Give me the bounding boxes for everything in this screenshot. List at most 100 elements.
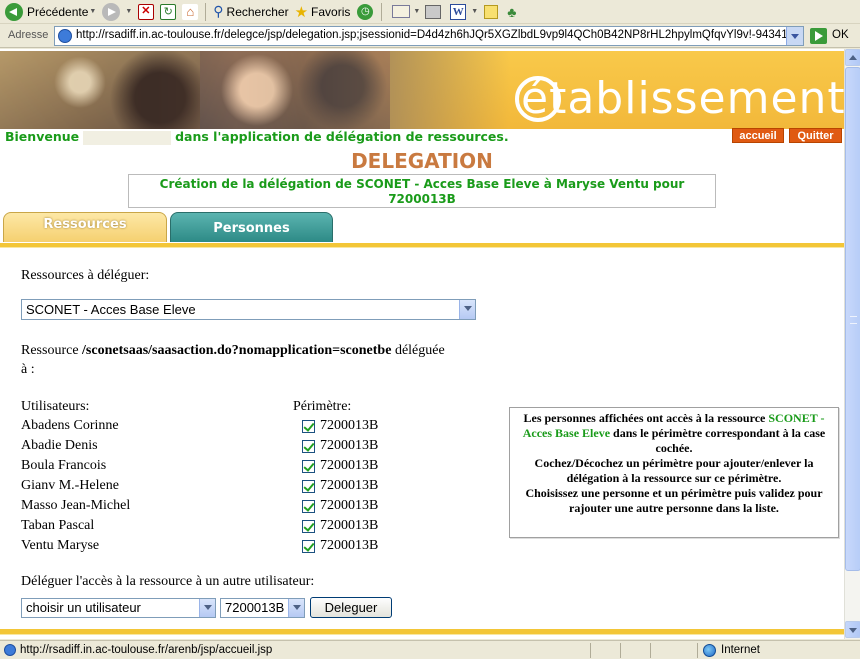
word-icon[interactable]: W (450, 3, 467, 20)
chevron-down-icon[interactable] (459, 300, 475, 319)
security-zone: Internet (721, 644, 760, 656)
perimeter-code: 7200013B (320, 518, 379, 533)
tab-divider-highlight (0, 247, 844, 248)
history-icon[interactable]: ◷ (357, 3, 374, 20)
banner-photo (200, 51, 390, 129)
user-name: Taban Pascal (21, 518, 95, 533)
status-divider (650, 643, 651, 658)
messenger-icon[interactable]: ♣ (507, 4, 523, 20)
favorites-button[interactable]: ★ Favoris (292, 1, 354, 23)
info-text: Cochez/Décochez un périmètre pour ajoute… (534, 456, 814, 485)
status-divider (620, 643, 621, 658)
tab-ressources[interactable]: Ressources (3, 212, 167, 242)
address-url[interactable]: http://rsadiff.in.ac-toulouse.fr/delegce… (76, 29, 788, 41)
chevron-down-icon[interactable]: ▼ (471, 8, 478, 15)
banner-photo (0, 51, 200, 129)
welcome-message: Bienvenue dans l'application de délégatio… (5, 129, 509, 145)
info-text: dans le périmètre correspondant à la cas… (613, 426, 826, 455)
address-input[interactable]: http://rsadiff.in.ac-toulouse.fr/delegce… (54, 26, 804, 46)
mail-icon[interactable] (392, 5, 411, 18)
help-infobox: Les personnes affichées ont accès à la r… (509, 407, 839, 538)
resource-suffix: déléguée (394, 343, 445, 358)
chevron-down-icon[interactable] (199, 599, 215, 617)
info-text: Les personnes affichées ont accès à la r… (523, 411, 766, 425)
deleguer-button[interactable]: Deleguer (310, 597, 392, 618)
perimeter-checkbox[interactable] (302, 520, 315, 533)
user-select[interactable]: choisir un utilisateur (21, 598, 216, 618)
user-row: Boula Francois (21, 458, 106, 474)
perimeter-checkbox[interactable] (302, 540, 315, 553)
perimeter-checkbox[interactable] (302, 420, 315, 433)
perimeter-checkbox[interactable] (302, 480, 315, 493)
chevron-down-icon[interactable]: ▼ (125, 8, 132, 15)
perimeter-checkbox[interactable] (302, 500, 315, 513)
user-row: Abadie Denis (21, 438, 98, 454)
delegate-label: Déléguer l'accès à la ressource à un aut… (21, 574, 315, 589)
address-label: Adresse (8, 29, 49, 41)
delegation-subtitle: Création de la délégation de SCONET - Ac… (128, 174, 716, 208)
vertical-scrollbar[interactable] (844, 49, 860, 639)
welcome-prefix: Bienvenue (5, 129, 80, 144)
perimeter-checkbox[interactable] (302, 440, 315, 453)
stop-icon[interactable] (138, 3, 155, 20)
favorites-label: Favoris (311, 4, 351, 19)
user-row: Abadens Corinne (21, 418, 119, 434)
perimeter-select[interactable]: 7200013B (220, 598, 305, 618)
chevron-down-icon[interactable]: ▼ (413, 8, 420, 15)
print-icon[interactable] (425, 4, 442, 19)
user-name-redacted (83, 130, 172, 145)
perimeter-code: 7200013B (320, 538, 379, 553)
user-name: Masso Jean-Michel (21, 498, 131, 513)
user-name: Ventu Maryse (21, 538, 100, 553)
resource-select[interactable]: SCONET - Acces Base Eleve (21, 299, 476, 320)
user-row: Ventu Maryse (21, 538, 99, 554)
perimeter-header: Périmètre: (293, 399, 352, 414)
accueil-button[interactable]: accueil (732, 128, 784, 143)
user-name: Boula Francois (21, 458, 107, 473)
user-select-value: choisir un utilisateur (26, 600, 141, 615)
forward-arrow-icon (102, 2, 121, 21)
user-name: Abadie Denis (21, 438, 98, 453)
banner: établissements (0, 51, 844, 129)
search-button[interactable]: ⚲ Rechercher (210, 1, 291, 23)
browser-toolbar: Précédente ▼ ▼ ↻ ⌂ ⚲ Rechercher ★ Favori… (0, 0, 860, 24)
chevron-down-icon[interactable]: ▼ (89, 8, 96, 15)
back-arrow-icon (5, 2, 23, 21)
page-icon (58, 29, 72, 43)
tab-personnes[interactable]: Personnes (170, 212, 333, 242)
footer-divider-highlight (0, 634, 844, 635)
note-icon[interactable] (484, 4, 499, 19)
user-row: Gianv M.-Helene (21, 478, 119, 494)
address-dropdown-icon[interactable] (786, 27, 803, 45)
perimeter-code: 7200013B (320, 498, 379, 513)
scroll-up-icon[interactable] (845, 49, 860, 66)
resource-path: /sconetsaas/saasaction.do?nomapplication… (82, 343, 392, 358)
status-divider (590, 643, 591, 658)
page-viewport: établissements Bienvenue dans l'applicati… (0, 49, 844, 639)
status-text: http://rsadiff.in.ac-toulouse.fr/arenb/j… (20, 644, 273, 656)
search-label: Rechercher (226, 4, 289, 19)
home-icon[interactable]: ⌂ (182, 3, 199, 20)
info-text: Choisissez une personne et un périmètre … (525, 486, 823, 515)
address-bar: Adresse http://rsadiff.in.ac-toulouse.fr… (0, 24, 860, 48)
perimeter-select-value: 7200013B (225, 600, 285, 615)
quitter-button[interactable]: Quitter (789, 128, 842, 143)
user-name: Abadens Corinne (21, 418, 119, 433)
status-divider (697, 643, 698, 658)
go-arrow-icon[interactable] (810, 28, 827, 44)
chevron-down-icon[interactable] (288, 599, 304, 617)
globe-icon (703, 644, 716, 657)
perimeter-code: 7200013B (320, 478, 379, 493)
perimeter-checkbox[interactable] (302, 460, 315, 473)
go-button[interactable]: OK (832, 29, 849, 41)
user-row: Taban Pascal (21, 518, 94, 534)
toolbar-separator (205, 2, 207, 21)
grip-icon (850, 316, 857, 324)
resource-suffix-line2: à : (21, 362, 35, 377)
scroll-thumb[interactable] (845, 67, 860, 571)
forward-button[interactable]: ▼ (99, 1, 135, 23)
refresh-icon[interactable]: ↻ (160, 3, 177, 20)
scroll-down-icon[interactable] (845, 621, 860, 638)
back-button[interactable]: Précédente ▼ (2, 1, 99, 23)
resource-select-value: SCONET - Acces Base Eleve (26, 302, 196, 317)
